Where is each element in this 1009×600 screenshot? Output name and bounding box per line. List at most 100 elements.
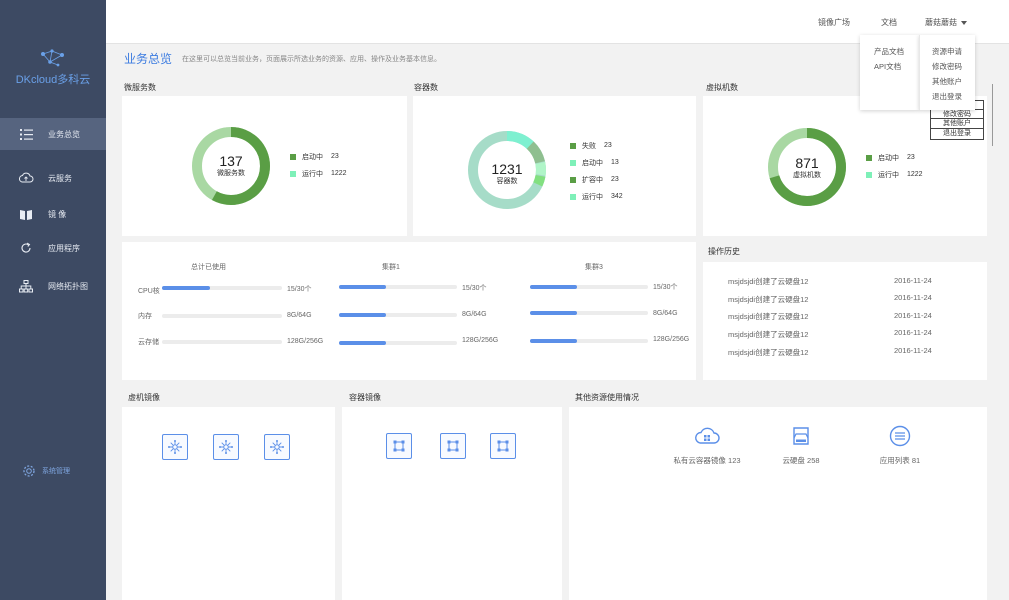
list-icon: [18, 126, 34, 142]
legend-item: 失败 23: [570, 137, 623, 154]
logo[interactable]: DKcloud多科云: [0, 48, 106, 87]
usage-bar: [530, 311, 648, 315]
refresh-icon: [18, 240, 34, 256]
usage-bar: [530, 339, 648, 343]
book-icon: [18, 206, 34, 222]
containers-title: 容器数: [414, 83, 438, 92]
sidebar-item-label: 网络拓扑图: [48, 281, 88, 291]
vm-images-title: 虚机镜像: [128, 393, 160, 402]
usage-bar-fill: [339, 285, 387, 289]
sidebar-item-images[interactable]: 镜 像: [0, 198, 106, 230]
usage-bar: [339, 341, 457, 345]
container-images-title: 容器镜像: [349, 393, 381, 402]
history-entry-date: 2016-11-24: [894, 311, 932, 320]
usage-value: 128G/256G: [462, 337, 499, 344]
vms-center: 871 虚拟机数: [787, 156, 827, 180]
cloud-box-icon: [695, 427, 720, 444]
history-entry-text: msjdsjdi创建了云硬盘12: [728, 277, 809, 286]
usage-group-header: 集群3: [585, 264, 603, 271]
sidebar-item-label: 业务总览: [48, 129, 80, 139]
ghost-menu-item: 其他账户: [931, 119, 983, 129]
vm-image-hub-icon[interactable]: [162, 434, 188, 460]
gear-icon: [23, 465, 35, 477]
vms-total: 871: [795, 155, 819, 171]
user-menu-item-other-accounts[interactable]: 其他账户: [932, 74, 975, 89]
sidebar-item-label: 云服务: [48, 173, 72, 183]
sidebar-item-label: 镜 像: [48, 209, 67, 219]
username: 蘑菇蘑菇: [925, 18, 957, 27]
legend-item: 启动中 23: [866, 149, 923, 166]
private-registry-item[interactable]: 私有云容器镜像 123: [668, 425, 746, 466]
network-icon: [18, 278, 34, 294]
logo-network-icon: [41, 49, 64, 67]
usage-bar: [162, 340, 282, 344]
usage-bar-fill: [530, 311, 578, 315]
docs-link[interactable]: 文档: [881, 17, 897, 28]
sidebar-item-network-topology[interactable]: 网络拓扑图: [0, 270, 106, 302]
usage-bar-fill: [339, 341, 387, 345]
docs-menu-item[interactable]: API文档: [874, 59, 919, 74]
other-resources-title: 其他资源使用情况: [575, 393, 639, 402]
page-description: 在这里可以总览当前业务，页面展示所选业务的资源、应用、操作及业务基本信息。: [182, 56, 441, 63]
usage-row-label: CPU核: [138, 288, 160, 295]
sidebar: DKcloud多科云 业务总览 云服务 镜 像 应用程序 网络拓扑图 系统管理: [0, 0, 106, 600]
usage-bar-fill: [162, 286, 210, 290]
cloud-icon: [18, 170, 34, 186]
container-image-icon[interactable]: [386, 433, 412, 459]
microservices-total: 137: [219, 153, 243, 169]
container-image-icon[interactable]: [440, 433, 466, 459]
user-menu-item-resource-request[interactable]: 资源申请: [932, 44, 975, 59]
mirror-square-link[interactable]: 镜像广场: [818, 17, 850, 28]
resource-value: 81: [911, 456, 921, 465]
logo-text: DKcloud多科云: [15, 74, 91, 86]
history-entry-date: 2016-11-24: [894, 276, 932, 285]
microservices-center: 137 微服务数: [211, 154, 251, 178]
usage-bar-fill: [339, 313, 387, 317]
cloud-disk-item[interactable]: 云硬盘 258: [774, 425, 828, 466]
sidebar-item-cloud-service[interactable]: 云服务: [0, 162, 106, 194]
resource-label: 应用列表: [879, 456, 910, 465]
usage-bar: [530, 285, 648, 289]
vms-legend: 启动中 23 运行中 1222: [866, 149, 923, 183]
usage-row-label: 内存: [138, 313, 152, 320]
ghost-menu-item: 修改密码: [931, 109, 983, 119]
app-list-item[interactable]: 应用列表 81: [870, 425, 930, 466]
usage-bar: [162, 314, 282, 318]
user-dropdown: 资源申请 修改密码 其他账户 退出登录: [919, 35, 975, 110]
system-settings-link[interactable]: 系统管理: [22, 464, 70, 478]
usage-group-header: 总计已使用: [191, 264, 226, 271]
history-entry-date: 2016-11-24: [894, 328, 932, 337]
docs-dropdown: 产品文档 API文档: [860, 35, 919, 110]
sidebar-item-apps[interactable]: 应用程序: [0, 232, 106, 264]
system-settings-label: 系统管理: [42, 468, 70, 475]
microservices-legend: 启动中 23 运行中 1222: [290, 148, 347, 182]
chevron-down-icon: [961, 20, 967, 25]
usage-bar: [339, 313, 457, 317]
list-circle-icon: [889, 425, 911, 447]
sidebar-item-overview[interactable]: 业务总览: [0, 118, 106, 150]
usage-group-header: 集群1: [382, 264, 400, 271]
usage-value: 15/30个: [287, 286, 312, 293]
docs-menu-item[interactable]: 产品文档: [874, 44, 919, 59]
vm-image-hub-icon[interactable]: [213, 434, 239, 460]
usage-value: 15/30个: [462, 285, 487, 292]
vm-image-hub-icon[interactable]: [264, 434, 290, 460]
user-menu-toggle[interactable]: 蘑菇蘑菇: [925, 17, 967, 28]
usage-value: 15/30个: [653, 284, 678, 291]
legend-item: 运行中 1222: [866, 166, 923, 183]
containers-total: 1231: [491, 161, 523, 177]
containers-legend: 失败 23 启动中 13 扩容中 23 运行中 342: [570, 137, 623, 205]
container-image-icon[interactable]: [490, 433, 516, 459]
usage-value: 8G/64G: [653, 310, 678, 317]
vms-center-label: 虚拟机数: [793, 172, 821, 179]
usage-row-label: 云存储: [138, 339, 159, 346]
usage-value: 128G/256G: [653, 336, 690, 343]
resource-label: 私有云容器镜像: [673, 456, 726, 465]
history-entry-text: msjdsjdi创建了云硬盘12: [728, 348, 809, 357]
page-title: 业务总览: [124, 52, 173, 66]
resource-value: 258: [807, 456, 820, 465]
user-menu-item-change-password[interactable]: 修改密码: [932, 59, 975, 74]
user-menu-item-logout[interactable]: 退出登录: [932, 89, 975, 104]
usage-value: 8G/64G: [287, 312, 312, 319]
resource-label: 云硬盘: [782, 456, 805, 465]
